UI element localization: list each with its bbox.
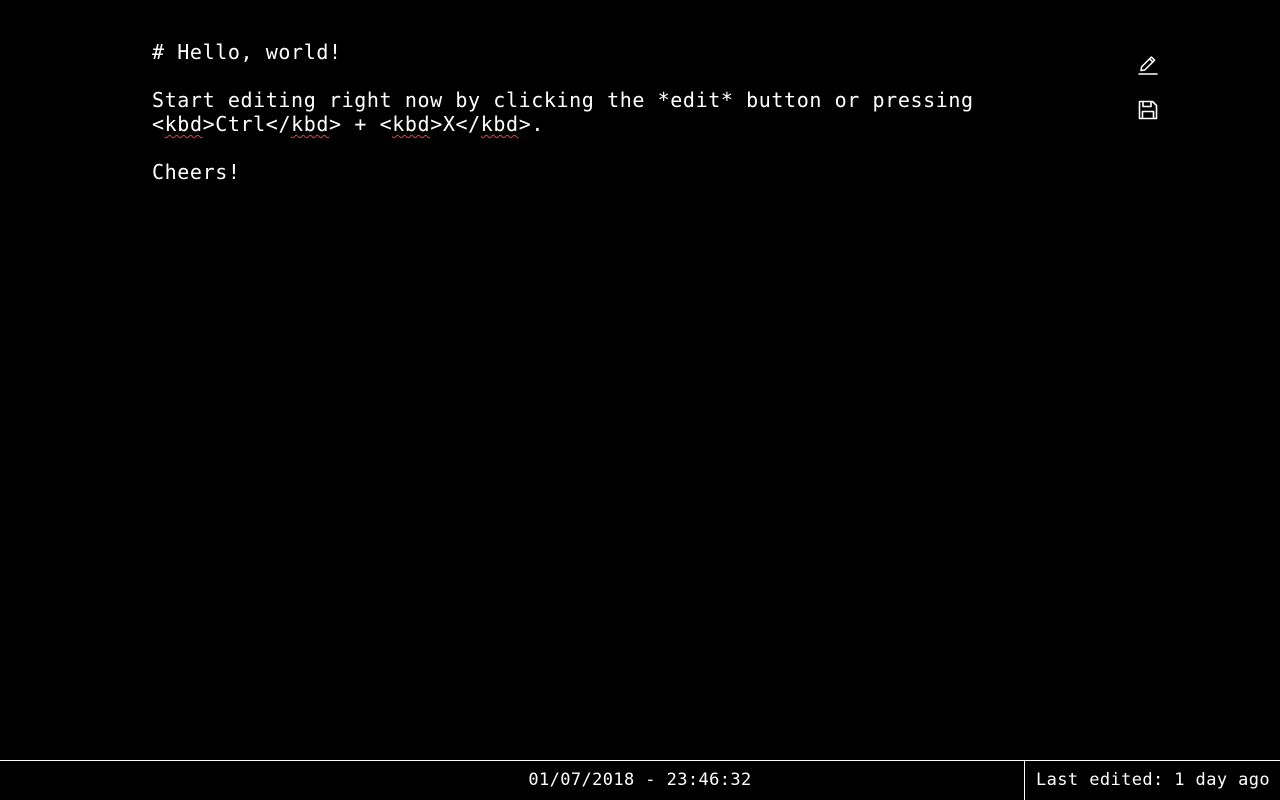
last-edited-label: Last edited: 1 day ago — [1024, 761, 1280, 800]
status-bar: 01/07/2018 - 23:46:32 Last edited: 1 day… — [0, 760, 1280, 800]
floppy-disk-icon — [1138, 100, 1158, 120]
editor-line-blank — [152, 64, 1052, 88]
edit-button[interactable] — [1130, 44, 1166, 80]
editor-line-blank — [152, 136, 1052, 160]
spellcheck-word: kbd — [164, 112, 203, 136]
editor-line-signoff: Cheers! — [152, 160, 241, 184]
pencil-icon — [1138, 56, 1158, 75]
editor-line-heading: # Hello, world! — [152, 40, 342, 64]
save-button[interactable] — [1130, 89, 1166, 125]
markdown-editor[interactable]: # Hello, world! Start editing right now … — [152, 40, 1052, 740]
spellcheck-word: kbd — [291, 112, 330, 136]
editor-line-instructions: Start editing right now by clicking the … — [152, 88, 974, 112]
editor-toolbar — [1130, 44, 1166, 134]
spellcheck-word: kbd — [392, 112, 431, 136]
editor-line-shortcut: <kbd>Ctrl</kbd> + <kbd>X</kbd>. — [152, 112, 544, 136]
spellcheck-word: kbd — [480, 112, 519, 136]
